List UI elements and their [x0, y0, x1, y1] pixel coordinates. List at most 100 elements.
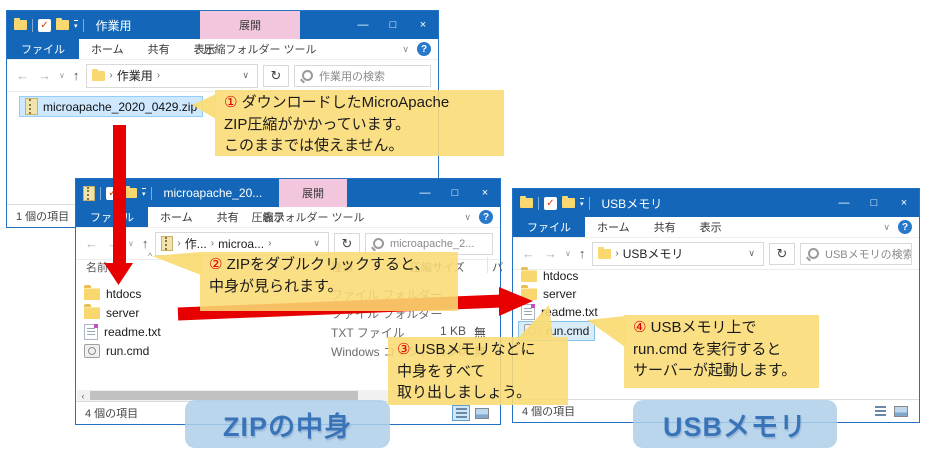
breadcrumb[interactable]: 作...: [185, 235, 207, 252]
breadcrumb[interactable]: USBメモリ: [623, 245, 684, 262]
file-row-server[interactable]: server: [521, 285, 576, 303]
tab-extract[interactable]: 展開: [200, 11, 300, 39]
forward-icon[interactable]: →: [105, 236, 122, 251]
forward-icon[interactable]: →: [36, 68, 53, 83]
tab-view[interactable]: 表示: [688, 217, 734, 237]
navigation-bar-work: ← → ∨ ↑ › 作業用 › ∨ ↻ 作業用の検索: [7, 60, 438, 92]
back-icon[interactable]: ←: [83, 236, 100, 251]
new-folder-icon[interactable]: [56, 20, 69, 30]
address-dropdown-icon[interactable]: ∨: [745, 248, 758, 259]
history-dropdown-icon[interactable]: ∨: [127, 239, 135, 248]
help-icon[interactable]: ?: [479, 210, 493, 224]
search-input[interactable]: 作業用の検索: [294, 65, 431, 87]
item-count: 4 個の項目: [522, 403, 575, 419]
maximize-button[interactable]: □: [859, 189, 889, 217]
tab-compressed-folder-tools[interactable]: 圧縮フォルダー ツール: [200, 39, 320, 59]
text-file-icon: [84, 324, 98, 340]
tab-home[interactable]: ホーム: [148, 207, 205, 227]
zip-file-icon: [161, 236, 173, 251]
command-file-icon: [84, 344, 100, 358]
zip-file-icon: [25, 98, 38, 115]
minimize-button[interactable]: —: [348, 11, 378, 39]
file-row-htdocs[interactable]: htdocs: [521, 267, 578, 285]
maximize-button[interactable]: □: [440, 179, 470, 207]
file-name: readme.txt: [541, 305, 598, 319]
new-folder-icon[interactable]: [124, 188, 137, 198]
callout-text: ZIP圧縮がかかっています。: [224, 114, 495, 136]
new-folder-icon[interactable]: [562, 198, 575, 208]
properties-check-icon[interactable]: ✓: [544, 197, 557, 210]
address-dropdown-icon[interactable]: ∨: [239, 70, 252, 81]
file-name: microapache_2020_0429.zip: [43, 100, 197, 114]
thumbnail-view-button[interactable]: [473, 405, 491, 421]
up-icon[interactable]: ↑: [71, 68, 82, 83]
close-button[interactable]: ×: [470, 179, 500, 207]
file-row-readme[interactable]: readme.txt: [521, 303, 598, 321]
up-icon[interactable]: ↑: [577, 246, 588, 261]
callout-line: ② ZIPをダブルクリックすると、: [209, 254, 449, 276]
qat-dropdown-icon[interactable]: ▾: [74, 20, 78, 30]
help-icon[interactable]: ?: [898, 220, 912, 234]
ribbon-collapse-icon[interactable]: ∨: [883, 222, 890, 233]
tab-file[interactable]: ファイル: [76, 207, 148, 227]
breadcrumb[interactable]: microa...: [218, 237, 264, 251]
callout-1-number: ①: [224, 94, 237, 111]
qat-dropdown-icon[interactable]: ▾: [580, 198, 584, 208]
tab-compressed-folder-tools[interactable]: 圧縮フォルダー ツール: [248, 207, 368, 227]
properties-check-icon[interactable]: ✓: [106, 187, 119, 200]
maximize-button[interactable]: □: [378, 11, 408, 39]
search-input[interactable]: USBメモリの検索: [800, 243, 912, 265]
column-header-extra[interactable]: パ: [492, 259, 503, 275]
callout-4: ④ USBメモリ上で run.cmd を実行すると サーバーが起動します。: [624, 315, 819, 388]
tab-share[interactable]: 共有: [136, 39, 182, 59]
qat-dropdown-icon[interactable]: ▾: [142, 188, 146, 198]
details-view-button[interactable]: [452, 405, 470, 421]
thumbnail-view-button[interactable]: [892, 403, 910, 419]
up-icon[interactable]: ↑: [140, 236, 151, 251]
scrollbar-thumb[interactable]: [90, 391, 358, 400]
back-icon[interactable]: ←: [520, 246, 537, 261]
breadcrumb-separator: ›: [615, 248, 618, 259]
command-file-icon: [524, 324, 540, 338]
history-dropdown-icon[interactable]: ∨: [58, 71, 66, 80]
file-name: htdocs: [543, 269, 578, 283]
close-button[interactable]: ×: [408, 11, 438, 39]
item-count: 1 個の項目: [16, 208, 69, 224]
address-bar[interactable]: › USBメモリ ∨: [592, 242, 764, 266]
tab-share[interactable]: 共有: [205, 207, 251, 227]
address-bar[interactable]: › 作業用 › ∨: [86, 64, 258, 88]
callout-text: 中身が見られます。: [209, 276, 449, 298]
forward-icon[interactable]: →: [542, 246, 559, 261]
file-item-zip[interactable]: microapache_2020_0429.zip: [19, 96, 203, 117]
folder-icon: [84, 307, 100, 319]
callout-text: サーバーが起動します。: [633, 360, 810, 382]
titlebar-work: ✓ ▾ 作業用 展開 — □ ×: [7, 11, 438, 39]
properties-check-icon[interactable]: ✓: [38, 19, 51, 32]
tab-share[interactable]: 共有: [642, 217, 688, 237]
history-dropdown-icon[interactable]: ∨: [564, 249, 572, 258]
breadcrumb[interactable]: 作業用: [117, 67, 153, 84]
tab-home[interactable]: ホーム: [79, 39, 136, 59]
ribbon-collapse-icon[interactable]: ∨: [464, 212, 471, 223]
scroll-left-icon[interactable]: ‹: [77, 391, 89, 401]
details-view-button[interactable]: [871, 403, 889, 419]
tab-extract[interactable]: 展開: [279, 179, 347, 207]
refresh-button[interactable]: ↻: [263, 65, 289, 87]
folder-icon: [84, 288, 100, 300]
close-button[interactable]: ×: [889, 189, 919, 217]
column-header-name[interactable]: 名前: [86, 259, 108, 275]
address-dropdown-icon[interactable]: ∨: [310, 238, 323, 249]
divider: [100, 187, 101, 200]
tab-file[interactable]: ファイル: [513, 217, 585, 237]
callout-2: ② ZIPをダブルクリックすると、 中身が見られます。: [200, 252, 458, 311]
refresh-button[interactable]: ↻: [769, 243, 795, 265]
back-icon[interactable]: ←: [14, 68, 31, 83]
column-divider[interactable]: [487, 257, 488, 273]
tab-home[interactable]: ホーム: [585, 217, 642, 237]
label-zip-contents: ZIPの中身: [185, 400, 390, 448]
minimize-button[interactable]: —: [410, 179, 440, 207]
minimize-button[interactable]: —: [829, 189, 859, 217]
ribbon-collapse-icon[interactable]: ∨: [402, 44, 409, 55]
tab-file[interactable]: ファイル: [7, 39, 79, 59]
help-icon[interactable]: ?: [417, 42, 431, 56]
